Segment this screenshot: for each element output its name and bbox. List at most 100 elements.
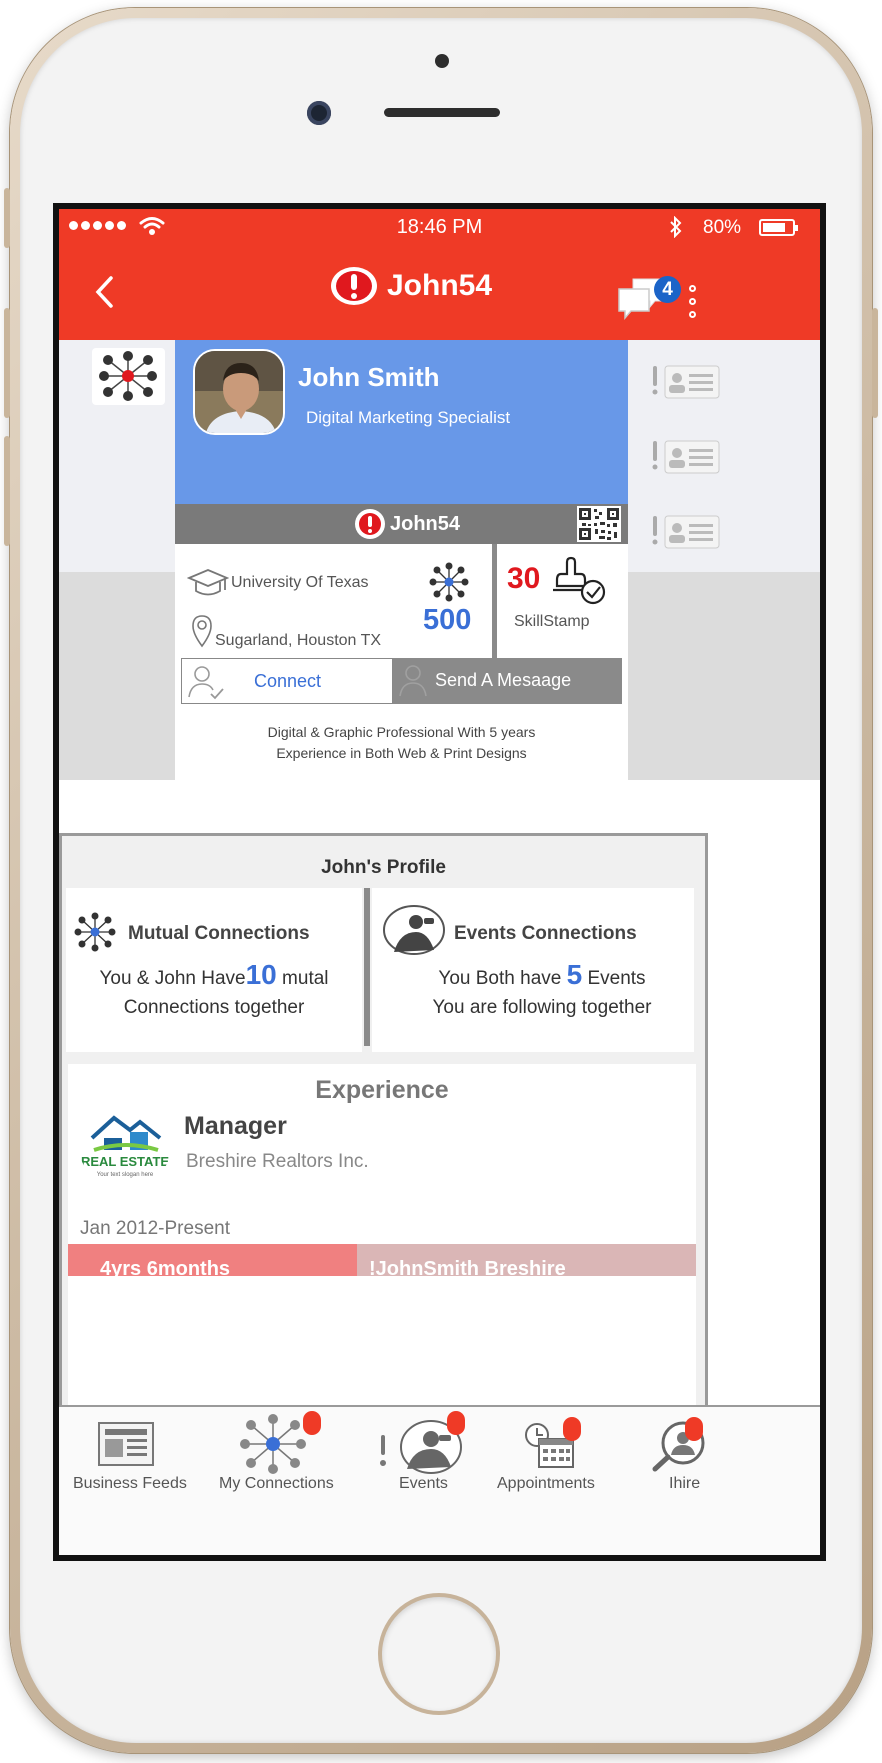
details-divider bbox=[492, 544, 497, 658]
notification-badge bbox=[303, 1411, 321, 1435]
mutual-line2: Connections together bbox=[123, 997, 305, 1018]
events-connections-title: Events Connections bbox=[454, 923, 637, 944]
back-chevron-icon[interactable] bbox=[93, 275, 117, 309]
nav-title: John54 bbox=[387, 269, 493, 302]
panel-divider bbox=[364, 888, 370, 1046]
nav-bar: John54 4 bbox=[59, 243, 820, 340]
profile-name: John Smith bbox=[298, 362, 440, 392]
alert-logo-icon bbox=[355, 509, 385, 539]
tab-business-feeds[interactable]: Business Feeds bbox=[67, 1407, 207, 1555]
section-title: John's Profile bbox=[321, 857, 446, 878]
events-connections-text: You Both have 5 Events You are following… bbox=[382, 960, 702, 1022]
mutual-suffix: mutal bbox=[282, 968, 329, 989]
contact-card-icon[interactable] bbox=[651, 435, 721, 479]
profile-handle: John54 bbox=[390, 512, 461, 535]
person-icon bbox=[399, 665, 427, 697]
bottom-tab-bar: Business Feeds My Connections Events App… bbox=[59, 1405, 820, 1555]
tab-label: Events bbox=[399, 1475, 448, 1492]
profile-bio: Digital & Graphic Professional With 5 ye… bbox=[175, 722, 628, 764]
bio-line: Digital & Graphic Professional With 5 ye… bbox=[267, 724, 536, 740]
connect-label: Connect bbox=[254, 671, 322, 691]
stamp-check-icon bbox=[553, 556, 606, 605]
mute-switch bbox=[4, 188, 10, 248]
send-message-label: Send A Mesaage bbox=[435, 670, 572, 690]
tenure-text: 4yrs 6months bbox=[100, 1258, 231, 1280]
network-icon bbox=[429, 562, 469, 602]
tab-my-connections[interactable]: My Connections bbox=[219, 1407, 359, 1555]
mutual-connections-panel[interactable]: Mutual Connections You & John Have10 mut… bbox=[66, 888, 362, 1052]
location-pin-icon bbox=[192, 615, 212, 648]
company-logo[interactable]: REAL ESTATE Your text slogan here bbox=[78, 1100, 172, 1188]
house-logo-icon: REAL ESTATE Your text slogan here bbox=[81, 1101, 169, 1187]
mutual-connections-text: You & John Have10 mutal Connections toge… bbox=[66, 960, 362, 1022]
company-name: Breshire Realtors Inc. bbox=[186, 1151, 369, 1172]
skillstamp-label: SkillStamp bbox=[514, 613, 590, 630]
events-connections-panel[interactable]: Events Connections You Both have 5 Event… bbox=[372, 888, 694, 1052]
battery-fill bbox=[763, 223, 785, 232]
events-prefix: You Both have bbox=[438, 968, 562, 989]
events-count: 5 bbox=[566, 959, 583, 990]
tab-appointments[interactable]: Appointments bbox=[493, 1407, 623, 1555]
earpiece-speaker bbox=[384, 108, 500, 117]
speaker-person-icon bbox=[383, 905, 445, 955]
battery-percent: 80% bbox=[703, 217, 742, 238]
power-button bbox=[872, 308, 878, 418]
tab-ihire[interactable]: Ihire bbox=[641, 1407, 737, 1555]
battery-icon bbox=[759, 219, 798, 236]
volume-down-button bbox=[4, 436, 10, 546]
network-icon bbox=[240, 1414, 306, 1474]
job-title: Manager bbox=[184, 1112, 287, 1140]
nav-title-group: John54 bbox=[329, 265, 492, 307]
home-button[interactable] bbox=[382, 1597, 496, 1711]
contact-card-icon[interactable] bbox=[651, 360, 721, 404]
tenure-bar: 4yrs 6months bbox=[68, 1244, 357, 1280]
notification-badge bbox=[563, 1417, 581, 1441]
handle-group: John54 bbox=[353, 508, 460, 540]
experience-panel: Experience REAL ESTATE Your text slogan … bbox=[68, 1064, 696, 1405]
tab-label: Business Feeds bbox=[73, 1475, 187, 1492]
tab-label: My Connections bbox=[219, 1475, 334, 1492]
university-text: University Of Texas bbox=[231, 574, 369, 591]
alert-logo-icon bbox=[331, 267, 377, 305]
mutual-connections-title: Mutual Connections bbox=[128, 923, 310, 944]
network-thumbnail[interactable] bbox=[92, 348, 165, 405]
message-count-badge: 4 bbox=[654, 276, 681, 303]
profile-card-header: John Smith Digital Marketing Specialist bbox=[175, 340, 628, 504]
avatar[interactable] bbox=[193, 349, 285, 435]
front-camera bbox=[307, 101, 331, 125]
bluetooth-icon bbox=[670, 216, 682, 238]
company-tag: !JohnSmith Breshire bbox=[369, 1258, 566, 1280]
company-tag-bar: !JohnSmith Breshire bbox=[357, 1244, 696, 1280]
notification-badge bbox=[447, 1411, 465, 1435]
handle-bar: John54 bbox=[175, 504, 628, 544]
tab-events[interactable]: Events bbox=[371, 1407, 471, 1555]
newspaper-icon bbox=[98, 1422, 154, 1466]
notification-badge bbox=[685, 1417, 703, 1441]
logo-tagline: Your text slogan here bbox=[97, 1172, 154, 1178]
johns-profile-section: John's Profile Mutual Connections You & … bbox=[59, 833, 708, 1405]
contact-card-icon[interactable] bbox=[651, 510, 721, 554]
job-dates: Jan 2012-Present bbox=[80, 1218, 230, 1239]
tab-label: Ihire bbox=[669, 1475, 701, 1492]
add-person-icon bbox=[188, 666, 224, 700]
person-avatar-icon bbox=[195, 351, 283, 433]
graduation-cap-icon bbox=[187, 569, 229, 596]
mutual-count: 10 bbox=[245, 959, 277, 990]
status-bar: 18:46 PM 80% bbox=[59, 209, 820, 243]
profile-details: University Of Texas Sugarland, Houston T… bbox=[175, 544, 628, 658]
connections-count: 500 bbox=[423, 604, 472, 636]
experience-title: Experience bbox=[315, 1076, 449, 1104]
network-icon bbox=[74, 912, 116, 952]
proximity-sensor bbox=[435, 54, 449, 68]
phone-screen: 18:46 PM 80% John54 4 John Smith Digital… bbox=[53, 203, 826, 1561]
bio-line: Experience in Both Web & Print Designs bbox=[276, 745, 527, 761]
profile-card: John Smith Digital Marketing Specialist … bbox=[175, 340, 628, 780]
profile-role: Digital Marketing Specialist bbox=[306, 408, 511, 427]
send-message-button[interactable]: Send A Mesaage bbox=[393, 658, 622, 704]
network-icon bbox=[99, 351, 157, 401]
volume-up-button bbox=[4, 308, 10, 418]
skillstamp-count: 30 bbox=[507, 562, 541, 595]
connect-button[interactable]: Connect bbox=[181, 658, 393, 704]
qr-code-icon[interactable] bbox=[577, 506, 621, 542]
more-options-icon[interactable] bbox=[689, 285, 696, 318]
